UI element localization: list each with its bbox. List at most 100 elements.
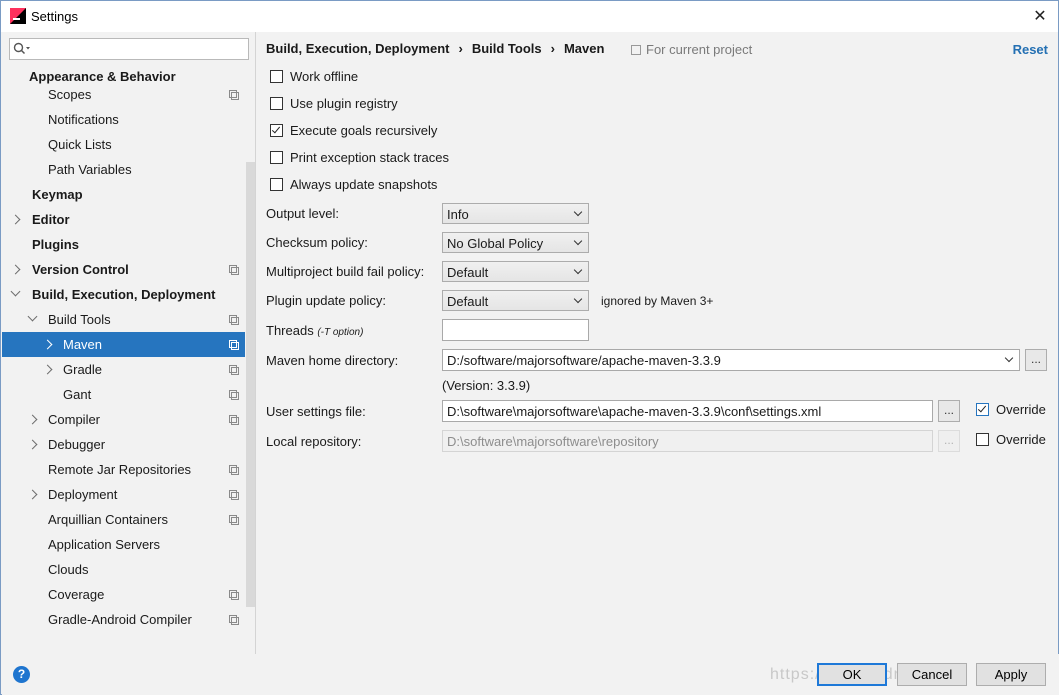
sidebar-item-build-execution-deployment[interactable]: Build, Execution, Deployment (2, 282, 245, 307)
reset-link[interactable]: Reset (1013, 42, 1048, 57)
chevron-right-icon[interactable] (27, 489, 38, 500)
local-repository-label: Local repository: (266, 434, 362, 449)
sidebar-item-debugger[interactable]: Debugger (2, 432, 245, 457)
output-level-label: Output level: (266, 206, 339, 221)
sidebar-item-quick-lists[interactable]: Quick Lists (2, 132, 245, 157)
checkbox-label: Execute goals recursively (290, 123, 438, 138)
close-icon[interactable]: ✕ (1028, 5, 1052, 27)
plugin-update-policy-select[interactable]: Default (442, 290, 589, 311)
sidebar-item-application-servers[interactable]: Application Servers (2, 532, 245, 557)
checkbox-box[interactable] (976, 403, 989, 416)
scope-label: For current project (646, 42, 753, 57)
sidebar-item-deployment[interactable]: Deployment (2, 482, 245, 507)
plugin-update-policy-label: Plugin update policy: (266, 293, 386, 308)
chevron-down-icon (573, 207, 583, 217)
checksum-policy-select[interactable]: No Global Policy (442, 232, 589, 253)
sidebar-item-plugins[interactable]: Plugins (2, 232, 245, 257)
sidebar-item-clouds[interactable]: Clouds (2, 557, 245, 582)
maven-settings-panel: Build, Execution, Deployment › Build Tools… (256, 32, 1058, 654)
local-repository-input[interactable]: D:\software\majorsoftware\repository (442, 430, 933, 452)
sidebar-item-label: Clouds (48, 562, 89, 577)
chevron-right-icon[interactable] (10, 214, 21, 225)
sidebar-item-gradle[interactable]: Gradle (2, 357, 245, 382)
project-scope-icon (229, 390, 239, 400)
checkbox-box[interactable] (270, 97, 283, 110)
sidebar-item-coverage[interactable]: Coverage (2, 582, 245, 607)
chevron-down-icon[interactable] (10, 286, 21, 297)
sidebar-item-editor[interactable]: Editor (2, 207, 245, 232)
sidebar-item-label: Build, Execution, Deployment (32, 287, 216, 302)
plugin-update-policy-note: ignored by Maven 3+ (601, 294, 714, 308)
intellij-app-icon (10, 8, 26, 24)
apply-button[interactable]: Apply (976, 663, 1046, 686)
sidebar-item-gradle-android-compiler[interactable]: Gradle-Android Compiler (2, 607, 245, 632)
project-scope-icon (229, 265, 239, 275)
dialog-button-bar: ? https://blog.csdn.net/... OK Cancel Ap… (2, 654, 1059, 695)
cancel-button[interactable]: Cancel (897, 663, 967, 686)
user-settings-browse-button[interactable]: ... (938, 400, 960, 422)
breadcrumb-item: Maven (563, 41, 605, 56)
chevron-down-icon (573, 265, 583, 275)
local-repository-browse-button[interactable]: ... (938, 430, 960, 452)
chevron-right-icon[interactable] (27, 414, 38, 425)
sidebar-item-label: Compiler (48, 412, 101, 427)
sidebar-item-version-control[interactable]: Version Control (2, 257, 245, 282)
sidebar-item-label: Keymap (32, 187, 83, 202)
sidebar-item-label: Build Tools (48, 312, 111, 327)
sidebar-item-gant[interactable]: Gant (2, 382, 245, 407)
sidebar-item-compiler[interactable]: Compiler (2, 407, 245, 432)
checkbox-label: Print exception stack traces (290, 150, 449, 165)
project-scope-icon (229, 615, 239, 625)
output-level-select[interactable]: Info (442, 203, 589, 224)
ok-button[interactable]: OK (817, 663, 887, 686)
maven-home-browse-button[interactable]: ... (1025, 349, 1047, 371)
chevron-down-icon[interactable] (27, 311, 38, 322)
tree-scrollbar[interactable] (246, 162, 255, 607)
user-settings-value: D:\software\majorsoftware\apache-maven-3… (447, 404, 822, 419)
chevron-down-icon (573, 294, 583, 304)
tree-section-header[interactable]: Appearance & Behavior (2, 67, 245, 87)
threads-input[interactable] (442, 319, 589, 341)
search-input[interactable] (32, 40, 246, 60)
settings-search-box[interactable] (9, 38, 249, 60)
sidebar-item-notifications[interactable]: Notifications (2, 107, 245, 132)
sidebar-item-arquillian-containers[interactable]: Arquillian Containers (2, 507, 245, 532)
threads-label-text: Threads (266, 323, 314, 338)
help-icon[interactable]: ? (13, 666, 30, 683)
settings-window: Settings ✕ Appearance & Behavior File Co… (0, 0, 1059, 695)
sidebar-item-label: Arquillian Containers (48, 512, 168, 527)
sidebar-item-keymap[interactable]: Keymap (2, 182, 245, 207)
sidebar-item-maven[interactable]: Maven (2, 332, 245, 357)
checkbox-box[interactable] (270, 178, 283, 191)
threads-label: Threads (-T option) (266, 323, 363, 338)
checkbox-box[interactable] (976, 433, 989, 446)
project-scope-icon (229, 90, 239, 100)
maven-home-label: Maven home directory: (266, 353, 399, 368)
chevron-right-icon[interactable] (42, 339, 53, 350)
chevron-down-icon (1004, 353, 1014, 363)
sidebar-item-label: Deployment (48, 487, 118, 502)
breadcrumb-item: Build Tools (471, 41, 542, 56)
chevron-right-icon[interactable] (27, 439, 38, 450)
breadcrumb-item: Build, Execution, Deployment (266, 41, 450, 56)
sidebar-item-label: Coverage (48, 587, 105, 602)
project-scope-icon (229, 590, 239, 600)
chevron-right-icon[interactable] (10, 264, 21, 275)
checkbox-label: Override (996, 402, 1046, 417)
user-settings-input[interactable]: D:\software\majorsoftware\apache-maven-3… (442, 400, 933, 422)
chevron-right-icon[interactable] (42, 364, 53, 375)
maven-home-combobox[interactable]: D:/software/majorsoftware/apache-maven-3… (442, 349, 1020, 371)
sidebar-item-label: Gant (63, 387, 92, 402)
sidebar-item-remote-jar-repositories[interactable]: Remote Jar Repositories (2, 457, 245, 482)
chevron-down-icon (573, 236, 583, 246)
sidebar-item-label: Debugger (48, 437, 106, 452)
multiproject-fail-policy-select[interactable]: Default (442, 261, 589, 282)
checkbox-box[interactable] (270, 124, 283, 137)
sidebar-item-build-tools[interactable]: Build Tools (2, 307, 245, 332)
sidebar-item-path-variables[interactable]: Path Variables (2, 157, 245, 182)
sidebar-item-label: Quick Lists (48, 137, 112, 152)
user-settings-label: User settings file: (266, 404, 366, 419)
checkbox-box[interactable] (270, 70, 283, 83)
sidebar-item-label: Editor (32, 212, 70, 227)
checkbox-box[interactable] (270, 151, 283, 164)
